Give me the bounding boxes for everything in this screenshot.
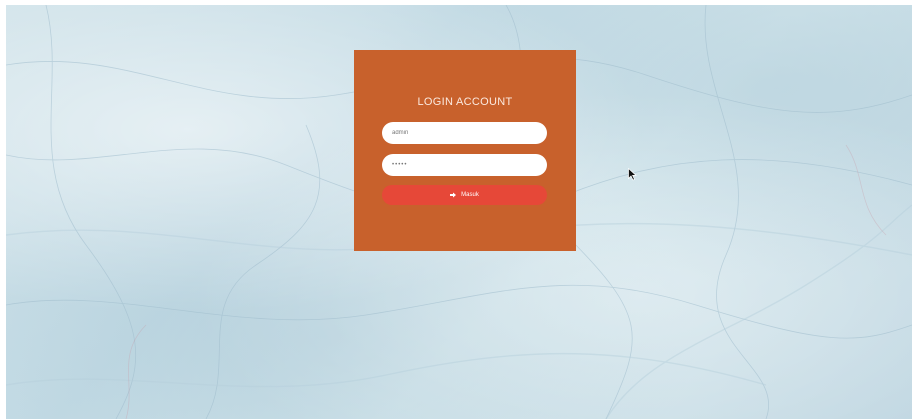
mouse-cursor-icon: [628, 166, 637, 185]
login-submit-button[interactable]: Masuk: [382, 185, 547, 205]
login-title: LOGIN ACCOUNT: [417, 96, 513, 108]
login-submit-label: Masuk: [461, 192, 479, 198]
browser-viewport: LOGIN ACCOUNT Masuk: [0, 0, 912, 419]
sign-in-icon: [450, 192, 457, 198]
username-input[interactable]: [382, 122, 547, 144]
login-panel: LOGIN ACCOUNT Masuk: [354, 50, 576, 251]
password-input[interactable]: [382, 154, 547, 176]
